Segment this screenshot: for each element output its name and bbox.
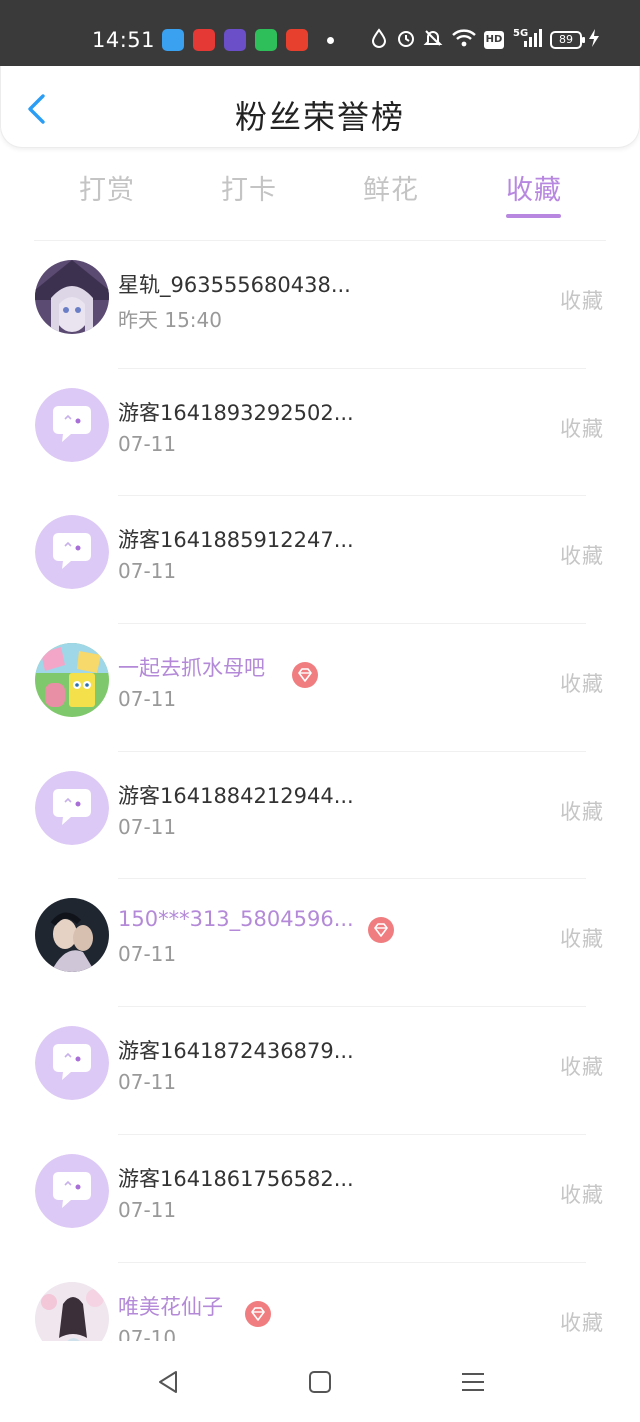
default-chat-avatar [35,515,109,590]
page-title: 粉丝荣誉榜 [234,98,405,136]
hd-icon: HD [484,31,504,49]
fan-name: 星轨_963555680438... [118,273,351,297]
vip-gem-icon [368,917,394,944]
status-bar: 14:51 HD 5G 89 [0,0,640,66]
drop-icon [371,28,387,54]
app-icon-2 [193,29,215,51]
fairy-avatar [35,1281,109,1341]
favorite-label: 收藏 [560,416,604,441]
fan-time: 07-10 [118,1325,177,1342]
fan-name: 游客1641872436879... [118,1039,354,1064]
list-item[interactable]: 游客1641861756582... 07-11 收藏 [0,1135,640,1263]
toutiao-icon [286,29,308,51]
fan-time: 07-11 [118,1070,177,1095]
list-item[interactable]: 一起去抓水母吧 07-11 收藏 [0,624,640,752]
charging-icon [588,28,600,54]
fan-name: 游客1641861756582... [118,1166,354,1191]
wifi-icon [451,28,477,54]
fan-name: 一起去抓水母吧 [118,656,265,681]
list-item[interactable]: 星轨_963555680438... 昨天 15:40 收藏 [0,241,640,369]
fan-name: 150***313_5804596... [118,907,354,932]
favorite-label: 收藏 [560,927,604,952]
fan-time: 07-11 [118,687,177,712]
default-chat-avatar [35,1026,109,1101]
5g-signal-icon [522,28,542,54]
system-nav-bar [0,1342,640,1422]
favorite-label: 收藏 [560,1310,604,1335]
tab-bar: 打赏 打卡 鲜花 收藏 [0,148,640,238]
fan-time: 07-11 [118,1197,177,1222]
list-item[interactable]: 唯美花仙子 07-10 收藏 [0,1263,640,1342]
tab-checkin[interactable]: 打卡 [221,168,277,207]
menu-lines-icon[interactable] [459,1368,487,1396]
anime-girl-avatar [35,260,109,334]
back-triangle-icon[interactable] [154,1368,182,1396]
favorite-label: 收藏 [560,1055,604,1080]
favorite-label: 收藏 [560,1182,604,1207]
vip-gem-icon [245,1300,271,1327]
mute-icon [423,28,443,54]
favorite-label: 收藏 [560,799,604,824]
tab-favorites[interactable]: 收藏 [506,168,562,207]
default-chat-avatar [35,387,109,462]
fan-name: 游客1641885912247... [118,528,354,553]
alarm-icon [396,28,416,54]
tab-flowers[interactable]: 鲜花 [363,168,419,207]
list-item[interactable]: 游客1641885912247... 07-11 收藏 [0,496,640,625]
status-time: 14:51 [92,28,156,52]
list-item[interactable]: 游客1641893292502... 07-11 收藏 [0,369,640,497]
list-item[interactable]: 游客1641884212944... 07-11 收藏 [0,752,640,880]
app-icon-1 [162,29,184,51]
fan-time: 07-11 [118,942,177,967]
favorite-label: 收藏 [560,544,604,569]
fan-name: 唯美花仙子 [118,1294,223,1319]
app-header: 粉丝荣誉榜 [0,66,640,148]
battery-icon: 89 [550,31,585,49]
fan-time: 07-11 [118,431,177,456]
list-item[interactable]: 游客1641872436879... 07-11 收藏 [0,1007,640,1135]
app-icon-3 [224,29,246,51]
portrait-avatar [35,898,109,973]
fan-time: 07-11 [118,814,177,839]
app-icon-4 [255,29,277,51]
active-tab-indicator [506,214,561,218]
fan-name: 游客1641884212944... [118,783,354,808]
default-chat-avatar [35,1153,109,1228]
list-item[interactable]: 150***313_5804596... 07-11 收藏 [0,879,640,1008]
fan-time: 昨天 15:40 [118,308,222,332]
favorite-label: 收藏 [560,289,604,313]
notification-dot [327,37,334,44]
home-square-icon[interactable] [306,1368,334,1396]
tab-reward[interactable]: 打赏 [79,168,135,207]
fan-list[interactable]: 星轨_963555680438... 昨天 15:40 收藏 游客1641893… [0,241,640,1341]
vip-gem-icon [292,662,318,689]
default-chat-avatar [35,770,109,845]
favorite-label: 收藏 [560,672,604,697]
fan-name: 游客1641893292502... [118,400,354,425]
fan-time: 07-11 [118,559,177,584]
spongebob-avatar [35,643,109,718]
